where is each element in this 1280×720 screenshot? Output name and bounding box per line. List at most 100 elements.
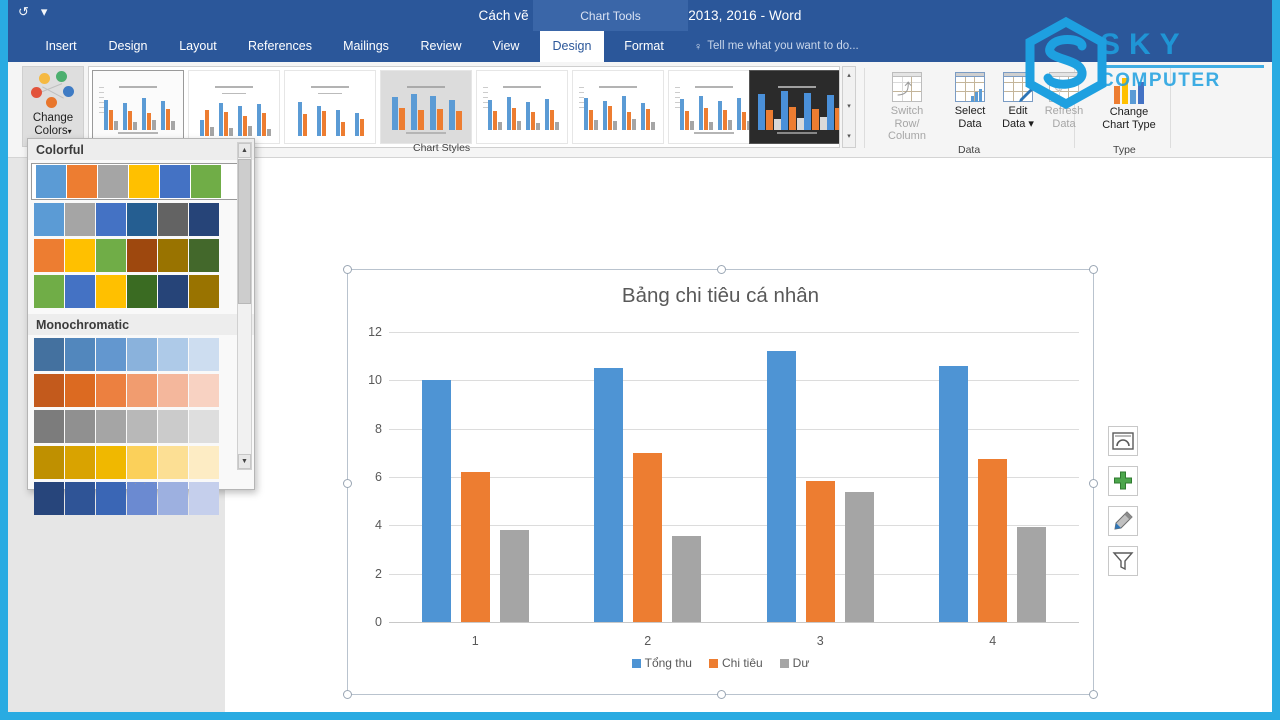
- add-chart-element-button[interactable]: [1108, 466, 1138, 496]
- bar-tong-thu[interactable]: [421, 380, 451, 622]
- bar-du[interactable]: [672, 536, 702, 622]
- tab-mailings[interactable]: Mailings: [332, 31, 400, 62]
- color-scheme-row[interactable]: [31, 163, 241, 200]
- group-label-data: Data: [958, 144, 981, 156]
- refresh-data-label-1: Refresh: [1044, 105, 1084, 117]
- group-divider: [1170, 68, 1171, 148]
- chart-style-thumb[interactable]: [749, 70, 839, 144]
- bar-du[interactable]: [1017, 526, 1047, 622]
- color-swatch: [65, 275, 95, 308]
- dropdown-scrollbar[interactable]: ▲ ▼: [237, 142, 252, 470]
- axis-line: 0: [375, 615, 1079, 629]
- chart-style-thumb[interactable]: [668, 70, 760, 144]
- tab-chart-design[interactable]: Design: [540, 31, 604, 62]
- chart-series-groups: 1 2 3 4: [389, 332, 1079, 648]
- refresh-data-button[interactable]: ⟳ Refresh Data: [1034, 68, 1094, 144]
- x-axis-label: 2: [644, 634, 652, 648]
- color-swatch: [96, 203, 126, 236]
- color-scheme-row[interactable]: [34, 410, 254, 443]
- change-chart-type-button[interactable]: Change Chart Type: [1091, 68, 1167, 144]
- color-swatch: [127, 410, 157, 443]
- resize-handle-e[interactable]: [1089, 479, 1098, 488]
- chart-filters-button[interactable]: [1108, 546, 1138, 576]
- color-swatch: [65, 203, 95, 236]
- resize-handle-n[interactable]: [717, 265, 726, 274]
- scroll-up-icon[interactable]: ▲: [238, 143, 251, 158]
- legend-item[interactable]: Chi tiêu: [708, 656, 763, 670]
- chart-style-thumb[interactable]: [476, 70, 568, 144]
- color-scheme-row[interactable]: [34, 374, 254, 407]
- resize-handle-s[interactable]: [717, 690, 726, 699]
- resize-handle-nw[interactable]: [343, 265, 352, 274]
- bar-tong-thu[interactable]: [594, 368, 624, 622]
- chevron-down-icon[interactable]: ▾: [68, 127, 72, 136]
- x-axis-label: 4: [989, 634, 997, 648]
- chart-layout-options-icon: [1112, 432, 1134, 450]
- resize-handle-w[interactable]: [343, 479, 352, 488]
- bar-chi-tieu[interactable]: [805, 480, 835, 622]
- scroll-down-icon[interactable]: ▼: [238, 454, 251, 469]
- change-chart-type-icon: [1109, 70, 1149, 106]
- chart-style-thumb[interactable]: [284, 70, 376, 144]
- color-swatch: [158, 374, 188, 407]
- color-scheme-row[interactable]: [34, 275, 254, 308]
- gallery-scroll-up-icon[interactable]: ▴: [843, 68, 855, 84]
- change-colors-button[interactable]: Change Colors▾: [22, 66, 84, 147]
- color-swatch: [189, 374, 219, 407]
- chart-object[interactable]: Bảng chi tiêu cá nhân 12 10 8 6 4 2 0 1: [343, 265, 1098, 699]
- color-scheme-row[interactable]: [34, 239, 254, 272]
- color-scheme-row[interactable]: [34, 203, 254, 236]
- legend-swatch-icon: [708, 658, 718, 668]
- tab-layout[interactable]: Layout: [170, 31, 226, 62]
- tab-view[interactable]: View: [482, 31, 530, 62]
- chart-legend[interactable]: Tổng thu Chi tiêu Dư: [348, 656, 1093, 670]
- legend-item[interactable]: Tổng thu: [631, 656, 692, 670]
- color-swatch: [36, 165, 66, 198]
- edit-data-label-2: Data ▾: [1002, 117, 1034, 130]
- bar-chi-tieu[interactable]: [633, 452, 663, 622]
- chart-layout-options-button[interactable]: [1108, 426, 1138, 456]
- bar-chi-tieu[interactable]: [460, 472, 490, 622]
- change-colors-dropdown[interactable]: Colorful Monochromatic ▲ ▼ · · · ·: [27, 138, 255, 515]
- dropdown-resize-grip[interactable]: · · · ·: [28, 478, 254, 488]
- resize-handle-se[interactable]: [1089, 690, 1098, 699]
- chart-title[interactable]: Bảng chi tiêu cá nhân: [348, 284, 1093, 308]
- chart-styles-button[interactable]: [1108, 506, 1138, 536]
- chart-style-thumb[interactable]: [572, 70, 664, 144]
- chart-style-thumb[interactable]: [92, 70, 184, 144]
- legend-swatch-icon: [779, 658, 789, 668]
- gallery-scrollbar[interactable]: ▴ ▾ ▾: [842, 66, 856, 148]
- bar-du[interactable]: [844, 491, 874, 622]
- bar-tong-thu[interactable]: [766, 351, 796, 622]
- chart-group: 3: [734, 332, 907, 648]
- tab-design[interactable]: Design: [100, 31, 156, 62]
- bar-tong-thu[interactable]: [939, 365, 969, 622]
- switch-row-column-label-1: Switch Row/: [890, 105, 924, 130]
- color-swatch: [191, 165, 221, 198]
- color-swatch: [189, 275, 219, 308]
- tell-me-label: Tell me what you want to do...: [707, 40, 859, 52]
- color-swatch: [34, 374, 64, 407]
- resize-handle-ne[interactable]: [1089, 265, 1098, 274]
- tell-me-search[interactable]: ♀ Tell me what you want to do...: [694, 31, 859, 62]
- bar-du[interactable]: [499, 530, 529, 622]
- chart-styles-gallery[interactable]: [88, 66, 840, 148]
- bar-chi-tieu[interactable]: [978, 458, 1008, 622]
- resize-handle-sw[interactable]: [343, 690, 352, 699]
- scroll-thumb[interactable]: [238, 159, 251, 304]
- tab-references[interactable]: References: [238, 31, 322, 62]
- legend-item[interactable]: Dư: [779, 656, 809, 670]
- gallery-scroll-down-icon[interactable]: ▾: [843, 99, 855, 115]
- gallery-more-icon[interactable]: ▾: [843, 129, 855, 145]
- color-swatch: [158, 410, 188, 443]
- chart-style-thumb[interactable]: [380, 70, 472, 144]
- tab-review[interactable]: Review: [410, 31, 472, 62]
- switch-row-column-button[interactable]: ⤴ Switch Row/Column: [877, 68, 937, 144]
- chart-style-thumb[interactable]: [188, 70, 280, 144]
- color-scheme-row[interactable]: [34, 338, 254, 371]
- color-scheme-row[interactable]: [34, 446, 254, 479]
- tab-insert[interactable]: Insert: [34, 31, 88, 62]
- tab-chart-format[interactable]: Format: [612, 31, 676, 62]
- ribbon-tab-bar: Insert Design Layout References Mailings…: [8, 31, 1272, 62]
- select-data-label-2: Data: [958, 117, 982, 130]
